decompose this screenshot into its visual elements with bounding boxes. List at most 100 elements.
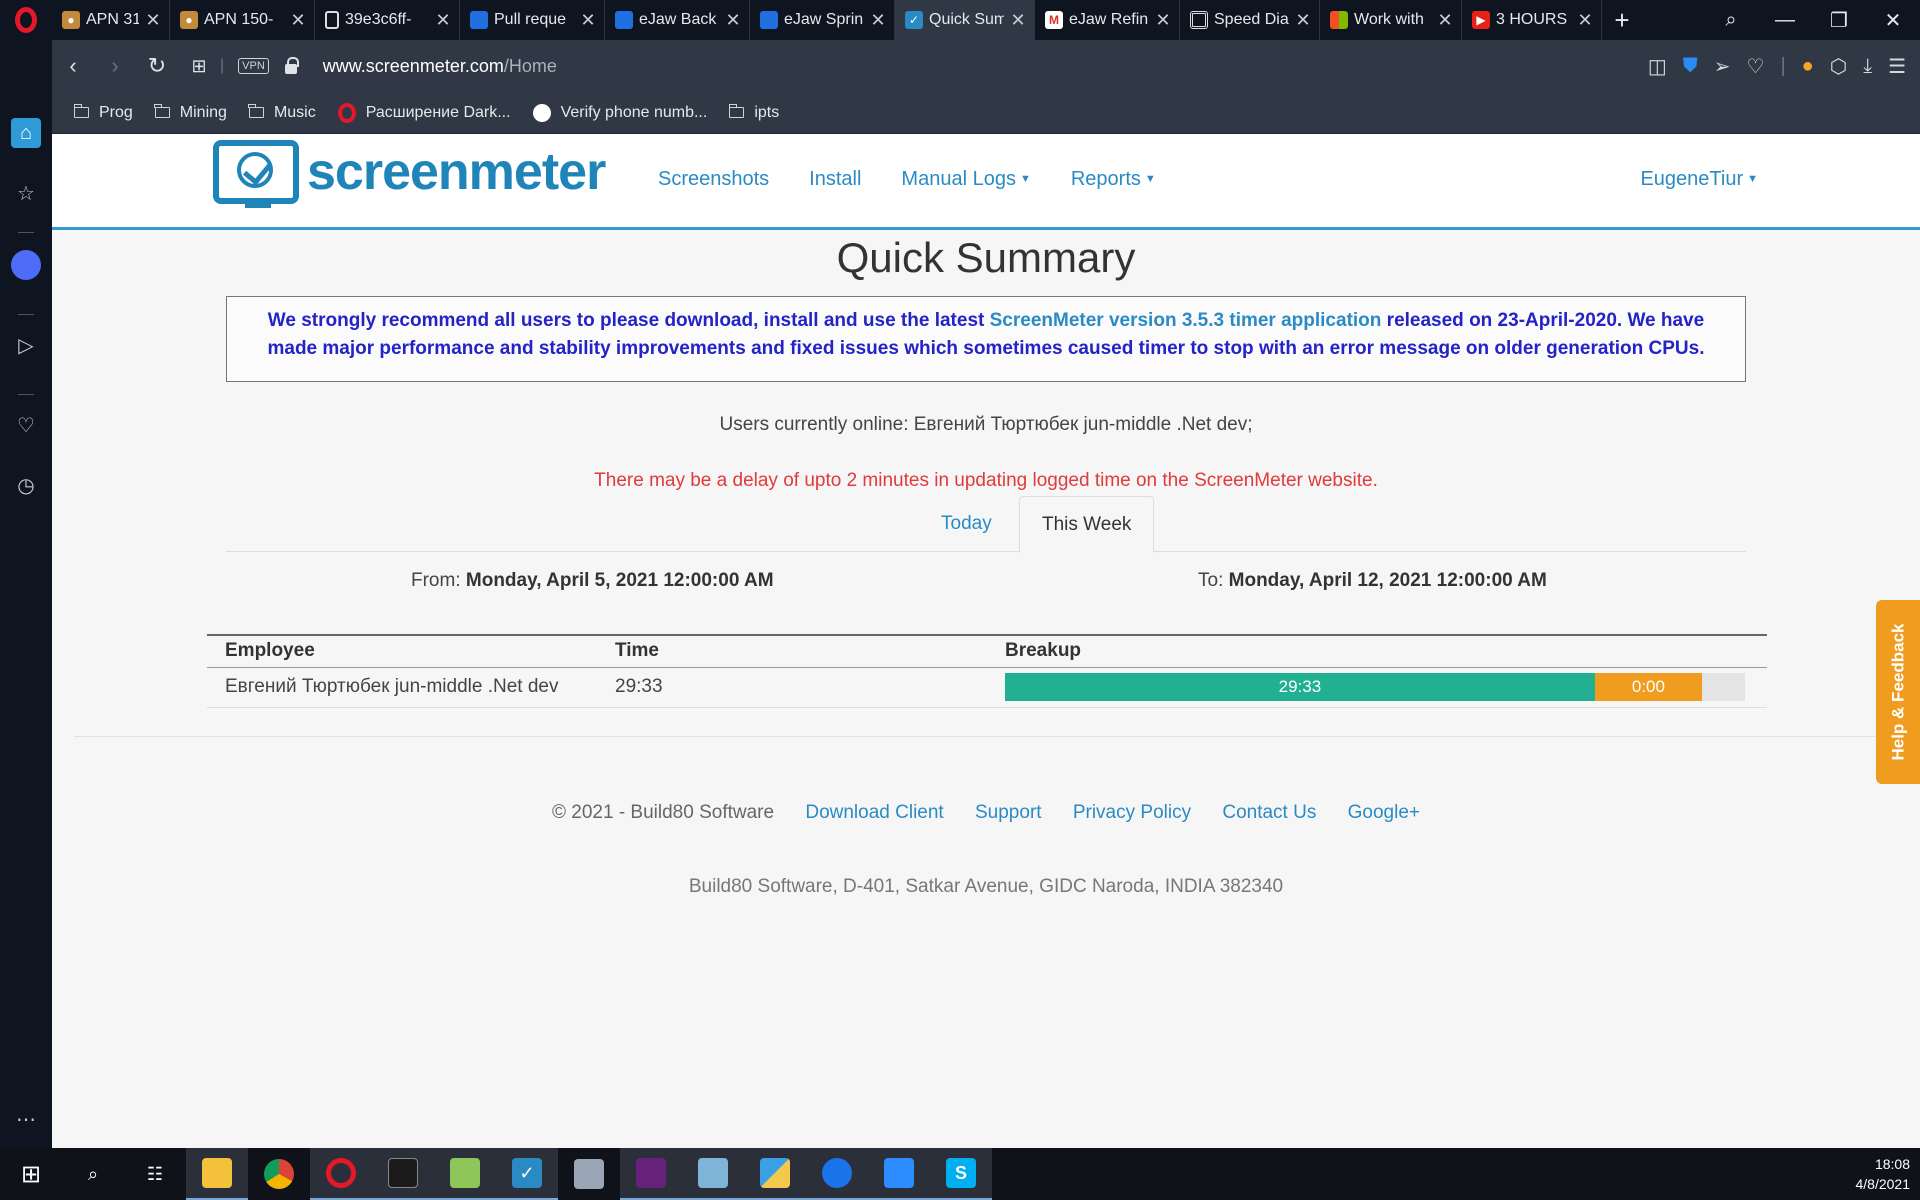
nav-screenshots[interactable]: Screenshots — [658, 168, 769, 191]
browser-tab[interactable]: Speed Dia ✕ — [1180, 0, 1320, 40]
user-menu[interactable]: EugeneTiur ▼ — [1640, 168, 1758, 191]
tab-search-icon[interactable]: ⌕ — [1704, 9, 1758, 32]
adblock-shield-icon[interactable]: ⛊ — [1683, 55, 1698, 78]
tab-close-icon[interactable]: ✕ — [290, 10, 306, 31]
task-view[interactable]: ☷ — [124, 1148, 186, 1200]
heart-icon[interactable]: ♡ — [1747, 54, 1765, 79]
download-icon[interactable]: ⤓ — [1863, 55, 1872, 78]
zoom-icon — [884, 1158, 914, 1188]
url-field[interactable]: www.screenmeter.com/Home — [323, 56, 557, 77]
taskbar-visual-studio[interactable] — [620, 1148, 682, 1200]
screenmeter-logo[interactable]: screenmeter — [213, 140, 606, 208]
tab-close-icon[interactable]: ✕ — [435, 10, 451, 31]
browser-tab[interactable]: ▶ 3 HOURS ✕ — [1462, 0, 1602, 40]
bookmark-folder-prog[interactable]: Prog — [73, 104, 133, 122]
player-icon[interactable]: ▷ — [11, 330, 41, 360]
taskbar-notepadpp[interactable] — [434, 1148, 496, 1200]
tab-close-icon[interactable]: ✕ — [725, 10, 741, 31]
footer-google-plus-link[interactable]: Google+ — [1348, 802, 1420, 823]
tab-this-week[interactable]: This Week — [1019, 496, 1155, 553]
footer-download-client-link[interactable]: Download Client — [805, 802, 943, 823]
map-pin-icon — [822, 1158, 852, 1188]
footer-contact-link[interactable]: Contact Us — [1222, 802, 1316, 823]
taskbar-app[interactable] — [682, 1148, 744, 1200]
browser-tab[interactable]: M eJaw Refin ✕ — [1035, 0, 1180, 40]
browser-tab[interactable]: 39e3c6ff- ✕ — [315, 0, 460, 40]
bookmark-dark-extension[interactable]: Расширение Dark... — [337, 102, 511, 123]
tab-close-icon[interactable]: ✕ — [145, 10, 161, 31]
tab-close-icon[interactable]: ✕ — [1155, 10, 1171, 31]
tab-today[interactable]: Today — [919, 496, 1014, 552]
taskbar-maps[interactable] — [806, 1148, 868, 1200]
taskbar-zoom[interactable] — [868, 1148, 930, 1200]
bookmark-folder-mining[interactable]: Mining — [154, 104, 227, 122]
browser-tab[interactable]: Work with ✕ — [1320, 0, 1462, 40]
start-button[interactable]: ⊞ — [0, 1148, 62, 1200]
browser-tab-active[interactable]: ✓ Quick Sum ✕ — [895, 0, 1035, 40]
tab-close-icon[interactable]: ✕ — [1577, 10, 1593, 31]
easy-setup-icon[interactable]: ☰ — [1888, 54, 1906, 79]
extensions-cube-icon[interactable]: ⬡ — [1830, 54, 1847, 79]
taskbar-search[interactable]: ⌕ — [62, 1148, 124, 1200]
bookmark-label: ipts — [754, 103, 780, 121]
tab-close-icon[interactable]: ✕ — [580, 10, 596, 31]
footer-privacy-link[interactable]: Privacy Policy — [1073, 802, 1191, 823]
nav-reports[interactable]: Reports ▼ — [1071, 168, 1156, 191]
taskbar-chrome[interactable] — [248, 1148, 310, 1200]
bookmark-verify-phone[interactable]: Verify phone numb... — [532, 103, 707, 122]
send-icon[interactable]: ➢ — [1714, 54, 1731, 79]
heart-icon[interactable]: ♡ — [11, 410, 41, 440]
opera-menu-icon[interactable] — [0, 0, 52, 40]
screenmeter-icon: ✓ — [512, 1158, 542, 1188]
sidebar-divider — [18, 232, 34, 233]
browser-tab[interactable]: eJaw Back ✕ — [605, 0, 750, 40]
bookmark-folder-music[interactable]: Music — [248, 104, 316, 122]
browser-tab[interactable]: ● APN 150- ✕ — [170, 0, 315, 40]
taskbar-terminal[interactable] — [372, 1148, 434, 1200]
nav-label: Manual Logs — [901, 168, 1016, 190]
notice-version-link[interactable]: ScreenMeter version 3.5.3 timer applicat… — [990, 310, 1382, 331]
toolbar-divider: | — [1780, 54, 1786, 77]
browser-tab[interactable]: ● APN 315- ✕ — [52, 0, 170, 40]
system-clock[interactable]: 18:08 4/8/2021 — [1856, 1154, 1911, 1194]
help-feedback-button[interactable]: Help & Feedback — [1876, 600, 1920, 784]
tab-favicon-icon: ● — [180, 11, 198, 29]
tiles-icon[interactable]: ⊞ — [178, 56, 220, 77]
minimize-icon[interactable]: — — [1758, 9, 1812, 32]
bar-idle-segment[interactable]: 0:00 — [1594, 673, 1703, 701]
taskbar-opera[interactable] — [310, 1148, 372, 1200]
lock-icon[interactable] — [284, 57, 299, 74]
messenger-icon[interactable] — [11, 250, 41, 280]
forward-icon[interactable]: › — [94, 53, 136, 79]
taskbar-sticky[interactable] — [744, 1148, 806, 1200]
lightbulb-icon[interactable]: ● — [1802, 55, 1814, 78]
nav-manual-logs[interactable]: Manual Logs ▼ — [901, 168, 1030, 191]
footer-support-link[interactable]: Support — [975, 802, 1042, 823]
tab-close-icon[interactable]: ✕ — [1010, 10, 1026, 31]
snapshot-camera-icon[interactable]: ◫ — [1648, 54, 1667, 79]
reload-icon[interactable]: ↻ — [136, 53, 178, 79]
tab-close-icon[interactable]: ✕ — [870, 10, 886, 31]
restore-icon[interactable]: ❐ — [1812, 8, 1866, 33]
vpn-badge[interactable]: VPN — [238, 58, 269, 74]
tab-title: eJaw Refin — [1069, 11, 1149, 28]
taskbar-app[interactable] — [558, 1148, 620, 1200]
tab-close-icon[interactable]: ✕ — [1295, 10, 1311, 31]
bookmarks-star-icon[interactable]: ☆ — [11, 178, 41, 208]
tab-close-icon[interactable]: ✕ — [1437, 10, 1453, 31]
new-tab-plus-icon[interactable]: + — [1602, 5, 1642, 36]
browser-tab[interactable]: eJaw Sprin ✕ — [750, 0, 895, 40]
home-icon[interactable]: ⌂ — [11, 118, 41, 148]
taskbar-screenmeter[interactable]: ✓ — [496, 1148, 558, 1200]
from-value: Monday, April 5, 2021 12:00:00 AM — [465, 570, 774, 591]
back-icon[interactable]: ‹ — [52, 53, 94, 79]
more-dots-icon[interactable]: ⋯ — [11, 1104, 41, 1134]
close-window-icon[interactable]: ✕ — [1866, 8, 1920, 33]
bar-active-segment[interactable]: 29:33 — [1005, 673, 1595, 701]
nav-install[interactable]: Install — [809, 168, 861, 191]
history-clock-icon[interactable]: ◷ — [11, 470, 41, 500]
bookmark-folder-ipts[interactable]: ipts — [728, 103, 780, 122]
browser-tab[interactable]: Pull reque ✕ — [460, 0, 605, 40]
taskbar-skype[interactable]: S — [930, 1148, 992, 1200]
taskbar-explorer[interactable] — [186, 1148, 248, 1200]
